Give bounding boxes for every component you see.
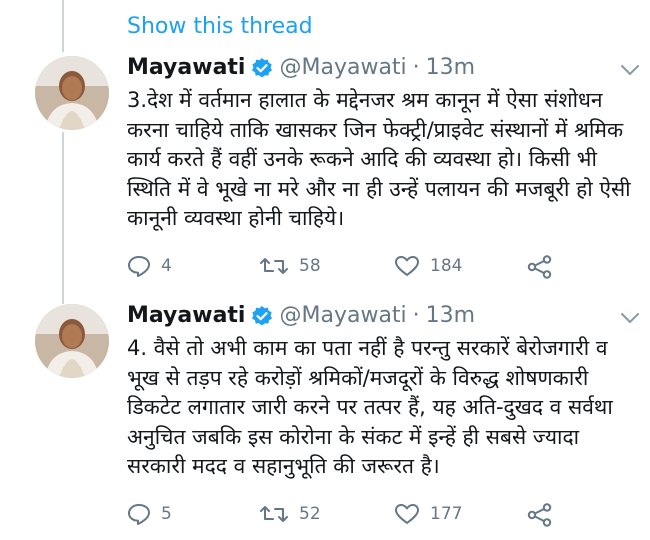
tweet[interactable]: Mayawati @Mayawati · 13m 4. वैसे तो अभी … bbox=[0, 0, 650, 540]
chevron-down-icon[interactable] bbox=[620, 310, 640, 324]
tweet-header: Mayawati @Mayawati · 13m bbox=[127, 302, 475, 330]
reply-icon bbox=[128, 504, 150, 525]
tweet-timestamp[interactable]: 13m bbox=[426, 302, 475, 330]
share-button[interactable] bbox=[527, 503, 553, 527]
heart-icon bbox=[395, 504, 419, 524]
reply-count: 5 bbox=[161, 504, 172, 524]
retweet-button[interactable]: 52 bbox=[259, 503, 321, 525]
tweet-text: 4. वैसे तो अभी काम का पता नहीं है परन्तु… bbox=[127, 336, 613, 478]
retweet-icon bbox=[260, 506, 288, 522]
separator-dot: · bbox=[412, 303, 420, 328]
reply-button[interactable]: 5 bbox=[127, 503, 172, 525]
like-count: 177 bbox=[430, 504, 463, 524]
like-button[interactable]: 177 bbox=[394, 503, 462, 525]
author-handle[interactable]: @Mayawati bbox=[279, 302, 406, 330]
verified-badge-icon bbox=[251, 305, 273, 327]
retweet-count: 52 bbox=[299, 504, 321, 524]
tweet-actions: 5 52 177 bbox=[127, 503, 627, 533]
share-icon bbox=[527, 503, 552, 527]
avatar[interactable] bbox=[35, 304, 109, 378]
author-name[interactable]: Mayawati bbox=[127, 302, 245, 330]
